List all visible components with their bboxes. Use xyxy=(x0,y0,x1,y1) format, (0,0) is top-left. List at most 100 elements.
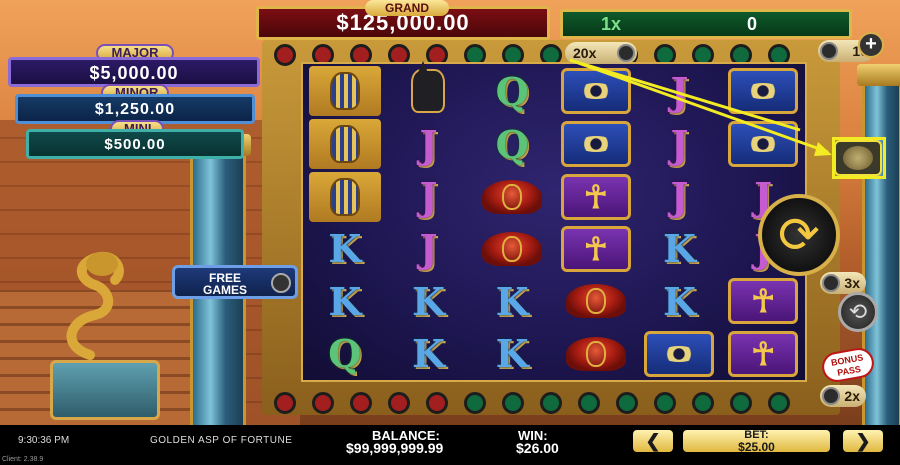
ankh-symbol: ☥ xyxy=(721,328,805,380)
symbol-letter: K xyxy=(495,278,529,324)
pharaoh-symbol xyxy=(303,170,387,222)
multiplier-20x: 20x xyxy=(565,42,637,64)
letter-q-symbol: Q xyxy=(470,64,554,118)
eye-of-horus-symbol xyxy=(554,118,638,170)
game-title: GOLDEN ASP OF FORTUNE xyxy=(150,435,293,446)
letter-j-symbol: J xyxy=(638,118,722,170)
letter-k-symbol: K xyxy=(303,275,387,327)
symbol-letter: K xyxy=(662,226,696,272)
eye-of-horus-symbol-art xyxy=(560,68,631,114)
symbol-letter: J xyxy=(670,68,689,114)
plus-button[interactable]: + xyxy=(858,32,884,58)
multiplier-bar: 1x 0 xyxy=(560,9,852,39)
ring-indicator xyxy=(730,392,752,414)
ankh-icon: ☥ xyxy=(583,178,608,215)
letter-k-symbol: K xyxy=(387,328,471,380)
bet-value: $25.00 xyxy=(738,440,775,454)
symbol-letter: K xyxy=(495,331,529,377)
multiplier-orb xyxy=(617,44,635,62)
annotation-highlight-box xyxy=(832,137,886,179)
bet-display: BET: $25.00 xyxy=(683,430,830,454)
mini-jackpot-value: $500.00 xyxy=(26,129,244,159)
client-version: Client: 2.38.9 xyxy=(2,456,44,463)
spin-button[interactable]: ⟳ xyxy=(758,194,840,276)
symbol-letter: J xyxy=(419,226,438,272)
eye-of-horus-symbol-art xyxy=(644,330,715,377)
scarab-symbol-art xyxy=(565,278,627,324)
ring-indicator xyxy=(312,392,334,414)
eye-of-horus-symbol xyxy=(638,328,722,380)
multiplier-label: 1x xyxy=(601,14,622,34)
ring-indicator xyxy=(616,392,638,414)
free-games-button[interactable]: FREE GAMES xyxy=(172,265,298,299)
letter-j-symbol: J xyxy=(638,64,722,118)
pillar-capital xyxy=(857,64,900,86)
free-games-label-line2: GAMES xyxy=(202,283,247,297)
ring-indicator xyxy=(388,392,410,414)
ring-indicator xyxy=(540,392,562,414)
ring-indicator xyxy=(502,392,524,414)
scarab-symbol xyxy=(470,223,554,275)
scarab-symbol-art xyxy=(481,174,543,220)
multiplier-value: 0 xyxy=(747,14,758,34)
eye-of-horus-symbol-art xyxy=(728,121,799,168)
ring-indicator xyxy=(464,392,486,414)
letter-q-symbol: Q xyxy=(303,328,387,380)
ring-indicator xyxy=(426,392,448,414)
cobra-icon xyxy=(66,251,124,360)
eye-of-horus-symbol-art xyxy=(728,68,799,114)
pharaoh-symbol xyxy=(303,118,387,170)
grand-label: GRAND xyxy=(365,0,449,16)
symbol-letter: K xyxy=(662,278,696,324)
balance-value: $99,999,999.99 xyxy=(346,440,444,456)
bet-decrease-button[interactable]: ❮ xyxy=(633,430,673,452)
scarab-symbol-art xyxy=(565,331,627,377)
bottom-ring-row xyxy=(274,392,790,414)
pharaoh-symbol-art xyxy=(308,171,381,222)
ankh-icon: ☥ xyxy=(751,283,776,320)
anubis-symbol xyxy=(387,61,471,118)
multiplier-20x-label: 20x xyxy=(573,45,597,61)
major-jackpot-value: $5,000.00 xyxy=(8,57,260,87)
autoplay-button[interactable]: ⟲ xyxy=(838,292,878,332)
ring-indicator xyxy=(274,44,296,66)
symbol-letter: K xyxy=(411,331,445,377)
toggle-knob-icon xyxy=(271,273,291,293)
symbol-letter: J xyxy=(419,174,438,220)
symbol-letter: J xyxy=(670,174,689,220)
scarab-symbol xyxy=(554,328,638,380)
ring-indicator xyxy=(578,392,600,414)
ankh-symbol-art: ☥ xyxy=(728,330,799,377)
multiplier-2x-label: 2x xyxy=(844,388,860,404)
letter-k-symbol: K xyxy=(470,328,554,380)
letter-k-symbol: K xyxy=(387,275,471,327)
symbol-letter: K xyxy=(328,278,362,324)
symbol-letter: J xyxy=(670,121,689,167)
pharaoh-symbol-art xyxy=(308,119,381,170)
ankh-icon: ☥ xyxy=(751,335,776,372)
eye-of-horus-symbol-art xyxy=(560,121,631,168)
anubis-symbol-art xyxy=(398,61,458,118)
ankh-symbol-art: ☥ xyxy=(560,225,631,272)
ankh-icon: ☥ xyxy=(583,230,608,267)
pharaoh-symbol xyxy=(303,64,387,118)
letter-j-symbol: J xyxy=(387,118,471,170)
eye-of-horus-symbol xyxy=(554,64,638,118)
clock: 9:30:36 PM xyxy=(18,435,70,446)
letter-j-symbol: J xyxy=(387,223,471,275)
letter-k-symbol: K xyxy=(303,223,387,275)
scarab-symbol-art xyxy=(481,226,543,272)
ankh-symbol: ☥ xyxy=(554,223,638,275)
letter-k-symbol: K xyxy=(470,275,554,327)
eye-of-horus-symbol xyxy=(721,118,805,170)
ring-indicator xyxy=(274,392,296,414)
ankh-symbol: ☥ xyxy=(554,170,638,222)
autoplay-icon: ⟲ xyxy=(848,299,868,324)
ankh-symbol-art: ☥ xyxy=(728,278,799,325)
bet-increase-button[interactable]: ❯ xyxy=(843,430,883,452)
ring-indicator xyxy=(350,392,372,414)
multiplier-2x: 2x xyxy=(820,385,866,407)
refresh-icon: ⟳ xyxy=(778,207,820,263)
letter-j-symbol: J xyxy=(387,170,471,222)
multiplier-orb xyxy=(820,42,838,60)
